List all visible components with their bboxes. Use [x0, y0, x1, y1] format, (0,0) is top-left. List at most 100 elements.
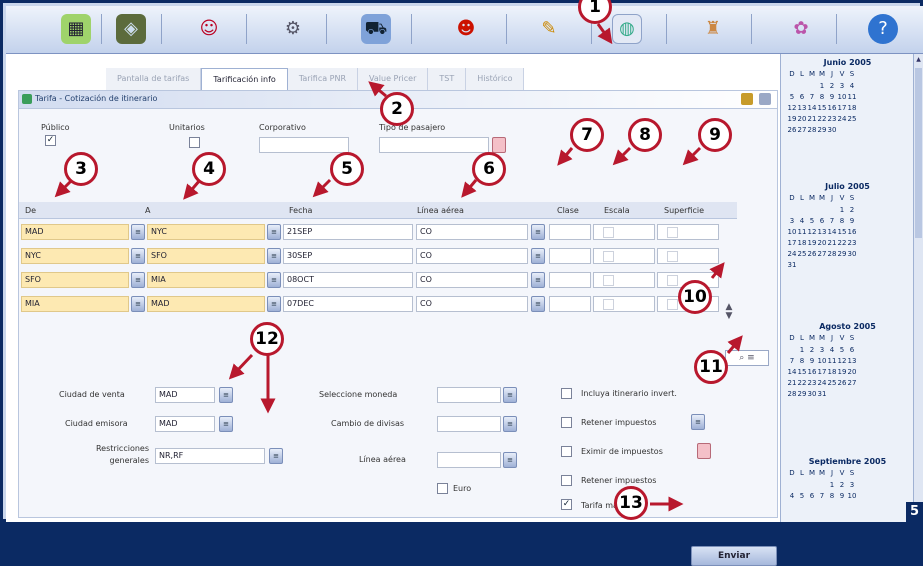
scrollbar[interactable]: ▲	[913, 54, 923, 522]
calendar-day[interactable]: 14	[827, 228, 837, 236]
calendar-day[interactable]: 18	[797, 239, 807, 247]
calendar-day[interactable]: 24	[817, 379, 827, 387]
row1-superficie-check[interactable]	[667, 227, 678, 238]
row2-clase[interactable]	[549, 248, 591, 264]
ciudad-venta-button[interactable]: ≡	[219, 387, 233, 403]
lineas-aereas-input[interactable]	[437, 452, 501, 468]
calendar-day[interactable]: 20	[847, 368, 857, 376]
gift-icon[interactable]: ✿	[786, 14, 816, 44]
enviar-button[interactable]: Enviar	[691, 546, 777, 566]
calendar-day[interactable]: 27	[847, 379, 857, 387]
scrollbar-thumb[interactable]	[915, 68, 922, 238]
calendar-day[interactable]: 7	[817, 492, 827, 500]
calendar-day[interactable]: 17	[787, 239, 797, 247]
row4-a-button[interactable]: ≡	[267, 296, 281, 312]
calendar-day[interactable]: 26	[787, 126, 797, 134]
row1-a[interactable]: NYC	[147, 224, 265, 240]
row2-linea-button[interactable]: ≡	[531, 248, 545, 264]
tab-tarificacion-info[interactable]: Tarificación info	[201, 68, 288, 90]
calendar-day[interactable]: 12	[837, 357, 847, 365]
calendar-day[interactable]: 13	[817, 228, 827, 236]
calendar-day[interactable]: 18	[847, 104, 857, 112]
cambio-divisas-input[interactable]	[437, 416, 501, 432]
calendar-day[interactable]: 14	[807, 104, 817, 112]
calendar-day[interactable]: 21	[827, 239, 837, 247]
bottle-icon[interactable]: ♜	[698, 14, 728, 44]
tab-tst[interactable]: TST	[428, 68, 467, 90]
calendar-day[interactable]: 9	[837, 492, 847, 500]
calendar-day[interactable]: 6	[847, 346, 857, 354]
calendar-day[interactable]: 18	[827, 368, 837, 376]
calendar-day[interactable]: 19	[807, 239, 817, 247]
calendar-day[interactable]: 15	[817, 104, 827, 112]
calendar-day[interactable]: 23	[827, 115, 837, 123]
calendar-day[interactable]: 4	[787, 492, 797, 500]
calendar-day[interactable]: 1	[837, 206, 847, 214]
calendar-day[interactable]: 11	[847, 93, 857, 101]
calendar-day[interactable]: 19	[787, 115, 797, 123]
retener1-checkbox[interactable]	[561, 417, 572, 428]
calendar-day[interactable]: 26	[807, 250, 817, 258]
row2-de-button[interactable]: ≡	[131, 248, 145, 264]
car-icon[interactable]: ⛟	[361, 14, 391, 44]
calendar-day[interactable]: 28	[787, 390, 797, 398]
calendar-day[interactable]: 20	[797, 115, 807, 123]
calendar-day[interactable]: 30	[847, 250, 857, 258]
calendar-day[interactable]: 10	[787, 228, 797, 236]
calendar-day[interactable]: 29	[837, 250, 847, 258]
row3-fecha[interactable]: 08OCT	[283, 272, 413, 288]
person-icon[interactable]: ☺	[194, 14, 224, 44]
calendar-day[interactable]: 23	[847, 239, 857, 247]
calendar-day[interactable]: 30	[807, 390, 817, 398]
calendar-day[interactable]: 25	[827, 379, 837, 387]
row2-a-button[interactable]: ≡	[267, 248, 281, 264]
row3-linea[interactable]: CO	[416, 272, 528, 288]
calendar-day[interactable]: 5	[797, 492, 807, 500]
row4-clase[interactable]	[549, 296, 591, 312]
calendar-day[interactable]: 6	[807, 492, 817, 500]
help-icon[interactable]: ?	[868, 14, 898, 44]
moneda-button[interactable]: ≡	[503, 387, 517, 403]
calendar-day[interactable]: 3	[817, 346, 827, 354]
calendar-day[interactable]: 13	[797, 104, 807, 112]
row3-a[interactable]: MIA	[147, 272, 265, 288]
calendar-day[interactable]: 25	[797, 250, 807, 258]
ciudad-venta-input[interactable]: MAD	[155, 387, 215, 403]
calendar-day[interactable]: 1	[817, 82, 827, 90]
calendar-day[interactable]: 7	[807, 93, 817, 101]
row1-a-button[interactable]: ≡	[267, 224, 281, 240]
row2-linea[interactable]: CO	[416, 248, 528, 264]
row2-de[interactable]: NYC	[21, 248, 129, 264]
edit-icon[interactable]	[759, 93, 771, 105]
euro-checkbox[interactable]	[437, 483, 448, 494]
calendar-day[interactable]: 29	[817, 126, 827, 134]
calendar-day[interactable]: 21	[787, 379, 797, 387]
row3-de-button[interactable]: ≡	[131, 272, 145, 288]
row3-a-button[interactable]: ≡	[267, 272, 281, 288]
scroll-up-icon[interactable]: ▲	[915, 56, 922, 64]
calendar-day[interactable]: 16	[827, 104, 837, 112]
calendar-day[interactable]: 3	[787, 217, 797, 225]
calendar-day[interactable]: 8	[827, 492, 837, 500]
calendar-day[interactable]: 8	[817, 93, 827, 101]
row4-a[interactable]: MAD	[147, 296, 265, 312]
calendar-day[interactable]: 17	[817, 368, 827, 376]
calendar-day[interactable]: 11	[827, 357, 837, 365]
calendar-day[interactable]: 9	[847, 217, 857, 225]
row4-linea[interactable]: CO	[416, 296, 528, 312]
row4-fecha[interactable]: 07DEC	[283, 296, 413, 312]
cambio-divisas-button[interactable]: ≡	[503, 416, 517, 432]
row2-superficie-check[interactable]	[667, 251, 678, 262]
unitario-checkbox[interactable]	[189, 137, 200, 148]
calendar-day[interactable]: 5	[787, 93, 797, 101]
calendar-day[interactable]: 6	[797, 93, 807, 101]
calendar-day[interactable]: 4	[797, 217, 807, 225]
tab-historico[interactable]: Histórico	[466, 68, 525, 90]
tipo-pasajero-button[interactable]	[492, 137, 506, 153]
calendar-day[interactable]: 21	[807, 115, 817, 123]
calendar-day[interactable]: 24	[787, 250, 797, 258]
calendar-day[interactable]: 22	[837, 239, 847, 247]
row3-de[interactable]: SFO	[21, 272, 129, 288]
row4-escala-check[interactable]	[603, 299, 614, 310]
calendar-day[interactable]: 30	[827, 126, 837, 134]
